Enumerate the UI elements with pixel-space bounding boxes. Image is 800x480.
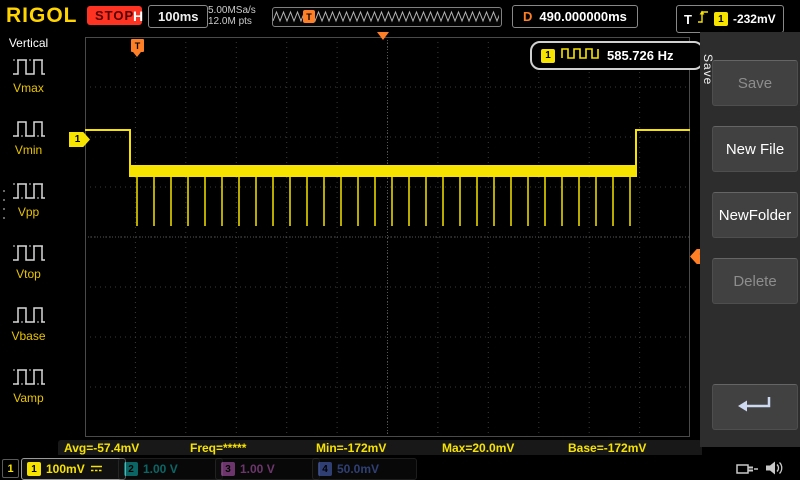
graticule [85,37,690,437]
channel-1-scale: 100mV [46,462,85,476]
vtop-icon [11,240,47,266]
channel-1-status[interactable]: 1 100mV [21,458,126,480]
measure-item-vmin[interactable]: Vmin [11,116,47,157]
left-measure-menu: Vertical Vmax Vmin Vpp Vtop Vbase Vamp [0,32,57,455]
measure-category-title: Vertical [8,36,49,50]
timebase-value: 100ms [148,5,209,28]
trigger-delay-flag: T [131,39,144,57]
ch1-mini-indicator: 1 [2,459,19,478]
vpp-icon [11,178,47,204]
measure-item-label: Vmin [14,143,43,157]
pulse-train-icon [561,46,601,65]
sample-rate: 5.00MSa/s [208,5,256,16]
trigger-source-badge: 1 [713,12,728,26]
channel-3-status[interactable]: 3 1.00 V [215,458,320,480]
measure-item-label: Vamp [13,391,44,405]
back-button[interactable] [712,384,798,430]
measure-item-label: Vbase [11,329,46,343]
delay-value: 490.000000ms [539,9,627,24]
memory-depth: 12.0M pts [208,16,252,27]
measure-item-vpp[interactable]: Vpp [11,178,47,219]
usb-device-icon [735,461,759,480]
speaker-icon[interactable] [764,459,784,480]
oscilloscope-screen: RIGOL STOP H 100ms 5.00MSa/s 12.0M pts T… [0,0,800,480]
rising-edge-icon [697,9,709,29]
channel-3-badge: 3 [221,462,235,476]
vmax-icon [11,54,47,80]
trigger-label: T [684,11,692,27]
waveform-display: T 1 T 1 585.726 Hz [0,0,800,480]
new-file-button[interactable]: New File [712,126,798,172]
vbase-icon [11,302,47,328]
menu-scrollbar [2,190,5,242]
vamp-icon [11,364,47,390]
ch1-waveform-trace [85,129,690,226]
new-folder-button[interactable]: NewFolder [712,192,798,238]
measure-item-vbase[interactable]: Vbase [11,302,47,343]
ch1-ground-marker[interactable]: 1 [69,132,90,147]
measure-item-label: Vmax [13,81,44,95]
vmin-icon [11,116,47,142]
save-button[interactable]: Save [712,60,798,106]
horizontal-label: H [133,8,144,24]
measure-item-label: Vtop [16,267,41,281]
measure-item-label: Vpp [17,205,40,219]
channel-2-status[interactable]: 2 1.00 V [118,458,223,480]
trigger-position-indicator: T [303,10,315,23]
trigger-level-value: -232mV [732,12,776,26]
right-softkey-menu: Save Save New File NewFolder Delete [700,32,800,447]
channel-1-badge: 1 [27,462,41,476]
channel-4-badge: 4 [318,462,332,476]
return-arrow-icon [733,393,777,421]
measure-item-vamp[interactable]: Vamp [11,364,47,405]
counter-source-badge: 1 [541,48,555,63]
acquisition-info: 5.00MSa/s 12.0M pts [208,5,256,27]
channel-2-scale: 1.00 V [143,462,178,476]
measure-item-list: Vmax Vmin Vpp Vtop Vbase Vamp [0,54,57,450]
measurement-bar: Avg=-57.4mV Freq=***** Min=-172mV Max=20… [0,440,702,457]
channel-4-status[interactable]: 4 50.0mV [312,458,417,480]
delete-button[interactable]: Delete [712,258,798,304]
dc-coupling-icon [90,460,103,478]
measure-item-vtop[interactable]: Vtop [11,240,47,281]
trigger-readout: T 1 -232mV [676,5,784,33]
horizontal-position-bar: T [272,7,502,27]
channel-4-scale: 50.0mV [337,462,380,476]
measure-item-vmax[interactable]: Vmax [11,54,47,95]
frequency-counter: 1 585.726 Hz [530,41,704,70]
channel-2-badge: 2 [124,462,138,476]
channel-3-scale: 1.00 V [240,462,275,476]
channel-status-bar: 1 1 100mV 2 1.00 V 3 1.00 V 4 50.0mV [0,455,800,480]
delay-label: D [523,9,533,24]
delay-readout: D 490.000000ms [512,5,638,28]
trigger-position-triangle [377,32,389,40]
counter-value: 585.726 Hz [607,48,674,63]
top-status-bar: RIGOL STOP H 100ms 5.00MSa/s 12.0M pts T… [0,0,800,33]
rigol-logo: RIGOL [6,4,78,27]
